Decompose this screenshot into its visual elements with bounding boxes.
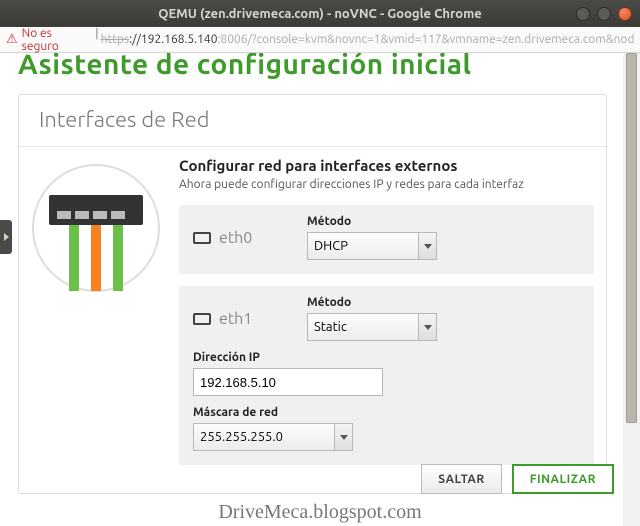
section-subtitle: Ahora puede configurar direcciones IP y … <box>179 178 594 191</box>
vertical-scrollbar[interactable] <box>623 53 640 526</box>
insecure-warning-text: No es seguro <box>22 27 87 53</box>
interface-panel-eth0: eth0 Método DHCP <box>179 205 594 274</box>
window-close-button[interactable] <box>618 7 632 21</box>
method-label: Método <box>307 215 437 228</box>
scrollbar-thumb[interactable] <box>626 53 637 423</box>
ethernet-port-icon <box>193 232 211 244</box>
window-title: QEMU (zen.drivemeca.com) - noVNC - Googl… <box>8 7 632 21</box>
window-minimize-button[interactable] <box>576 7 590 21</box>
finish-button-label: Finalizar <box>530 473 596 486</box>
mask-label: Máscara de red <box>193 406 580 419</box>
insecure-warning-icon: ⚠ <box>6 32 18 47</box>
chevron-right-icon <box>4 233 9 241</box>
browser-address-bar[interactable]: ⚠ No es seguro | https ://192.168.5.140 … <box>0 27 640 53</box>
card-heading: Interfaces de Red <box>19 95 606 147</box>
skip-button-label: Saltar <box>438 473 484 486</box>
finish-button[interactable]: Finalizar <box>512 464 614 494</box>
method-select-eth0[interactable]: DHCP <box>307 232 437 260</box>
netmask-select[interactable]: 255.255.255.0 <box>193 423 353 451</box>
url-protocol: https <box>101 33 130 46</box>
dropdown-toggle-icon[interactable] <box>418 314 436 340</box>
method-label: Método <box>307 296 437 309</box>
interface-panel-eth1: eth1 Método Static Dirección <box>179 286 594 465</box>
method-select-eth1[interactable]: Static <box>307 313 437 341</box>
dropdown-toggle-icon[interactable] <box>334 424 352 450</box>
interface-name: eth0 <box>219 229 252 247</box>
url-path: :8006/?console=kvm&novnc=1&vmid=117&vmna… <box>217 33 634 46</box>
ethernet-port-icon <box>193 313 211 325</box>
network-card: Interfaces de Red <box>18 94 607 494</box>
network-illustration <box>31 157 161 477</box>
interface-name: eth1 <box>219 310 252 328</box>
wizard-title: Asistente de configuración inicial <box>0 53 623 80</box>
method-select-value: Static <box>314 320 347 334</box>
window-maximize-button[interactable] <box>597 7 611 21</box>
section-title: Configurar red para interfaces externos <box>179 157 594 174</box>
method-select-value: DHCP <box>314 239 348 253</box>
switch-icon <box>31 163 161 293</box>
window-titlebar: QEMU (zen.drivemeca.com) - noVNC - Googl… <box>0 0 640 27</box>
url-host: ://192.168.5.140 <box>129 33 217 46</box>
skip-button[interactable]: Saltar <box>421 464 501 494</box>
netmask-select-value: 255.255.255.0 <box>200 430 283 444</box>
page-viewport: Asistente de configuración inicial Inter… <box>0 53 640 526</box>
ip-address-input[interactable] <box>193 368 383 396</box>
novnc-side-handle[interactable] <box>0 220 12 254</box>
dropdown-toggle-icon[interactable] <box>418 233 436 259</box>
ip-label: Dirección IP <box>193 351 580 364</box>
